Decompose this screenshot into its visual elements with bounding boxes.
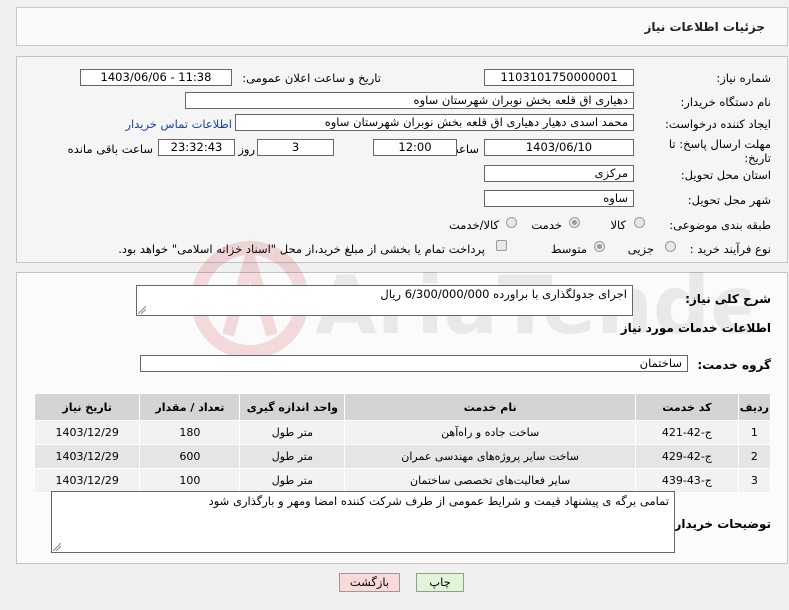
- cell-unit: متر طول: [239, 420, 346, 445]
- cell-row: 2: [737, 444, 772, 469]
- creator-label: ایجاد کننده درخواست:: [665, 117, 771, 131]
- cell-row: 3: [737, 468, 772, 493]
- cell-code: ج-42-429: [634, 444, 739, 469]
- table-row: 3 ج-43-439 سایر فعالیت‌های تخصصی ساختمان…: [33, 468, 772, 493]
- service-group-field: ساختمان: [140, 355, 688, 372]
- cell-date: 1403/12/29: [33, 420, 141, 445]
- cell-date: 1403/12/29: [33, 468, 141, 493]
- buyer-org-field: دهیاری اق قلعه بخش نوبران شهرستان ساوه: [185, 92, 634, 109]
- announce-field: 1403/06/06 - 11:38: [80, 69, 232, 86]
- announce-label: تاریخ و ساعت اعلان عمومی:: [242, 71, 381, 85]
- cell-name: ساخت جاده و راه‌آهن: [344, 420, 636, 445]
- category-goods-service-label: کالا/خدمت: [448, 218, 499, 232]
- cell-code: ج-42-421: [634, 420, 739, 445]
- cell-qty: 180: [139, 420, 241, 445]
- cell-row: 1: [737, 420, 772, 445]
- summary-resize-handle[interactable]: [138, 306, 146, 314]
- col-date-header: تاریخ نیاز: [33, 393, 141, 421]
- col-code-header: کد خدمت: [634, 393, 739, 421]
- category-service-radio[interactable]: [569, 217, 580, 228]
- remaining-time-field: 23:32:43: [158, 139, 235, 156]
- process-medium-label: متوسط: [550, 242, 587, 256]
- deadline-label: مهلت ارسال پاسخ: تا تاریخ:: [668, 137, 771, 165]
- cell-name: سایر فعالیت‌های تخصصی ساختمان: [344, 468, 636, 493]
- buyer-notes-field: تمامی برگه ی پیشنهاد قیمت و شرایط عمومی …: [51, 491, 675, 553]
- col-qty-header: تعداد / مقدار: [139, 393, 241, 421]
- category-goods-service-radio[interactable]: [506, 217, 517, 228]
- table-row: 1 ج-42-421 ساخت جاده و راه‌آهن متر طول 1…: [33, 420, 772, 445]
- process-minor-radio[interactable]: [665, 241, 676, 252]
- col-unit-header: واحد اندازه گیری: [239, 393, 346, 421]
- category-label: طبقه بندی موضوعی:: [669, 218, 771, 232]
- creator-field: محمد اسدی دهیار دهیاری اق قلعه بخش نوبرا…: [235, 114, 634, 131]
- back-button[interactable]: بازگشت: [339, 573, 400, 592]
- category-goods-radio[interactable]: [634, 217, 645, 228]
- buyer-org-label: نام دستگاه خریدار:: [680, 95, 771, 109]
- contact-info-link[interactable]: اطلاعات تماس خریدار: [125, 117, 232, 131]
- cell-unit: متر طول: [239, 468, 346, 493]
- col-row-header: ردیف: [737, 393, 772, 421]
- city-field: ساوه: [484, 190, 634, 207]
- need-number-label: شماره نیاز:: [716, 71, 771, 85]
- print-button[interactable]: چاپ: [416, 573, 464, 592]
- cell-qty: 600: [139, 444, 241, 469]
- treasury-payment-checkbox[interactable]: [496, 240, 507, 251]
- cell-unit: متر طول: [239, 444, 346, 469]
- remaining-label: ساعت باقی مانده: [67, 142, 153, 156]
- services-table: ردیف کد خدمت نام خدمت واحد اندازه گیری ت…: [33, 393, 772, 493]
- category-goods-label: کالا: [610, 218, 626, 232]
- province-field: مرکزی: [484, 165, 634, 182]
- services-title: اطلاعات خدمات مورد نیاز: [620, 321, 771, 335]
- days-field: 3: [257, 139, 334, 156]
- service-group-label: گروه خدمت:: [697, 358, 771, 372]
- page-title: جزئیات اطلاعات نیاز: [644, 20, 765, 34]
- process-medium-radio[interactable]: [594, 241, 605, 252]
- cell-code: ج-43-439: [634, 468, 739, 493]
- summary-field: اجرای جدولگذاری با براورده 6/300/000/000…: [136, 285, 633, 316]
- province-label: استان محل تحویل:: [680, 168, 771, 182]
- process-label: نوع فرآیند خرید :: [689, 242, 771, 256]
- page-header: جزئیات اطلاعات نیاز: [16, 7, 788, 46]
- category-service-label: خدمت: [531, 218, 562, 232]
- process-minor-label: جزیی: [627, 242, 654, 256]
- buyer-notes-label: توضیحات خریدار:: [669, 517, 771, 531]
- deadline-date-field: 1403/06/10: [484, 139, 634, 156]
- payment-note: پرداخت تمام یا بخشی از مبلغ خرید،از محل …: [118, 242, 485, 256]
- summary-label: شرح کلی نیاز:: [685, 292, 771, 306]
- cell-date: 1403/12/29: [33, 444, 141, 469]
- cell-name: ساخت سایر پروژه‌های مهندسی عمران: [344, 444, 636, 469]
- table-header-row: ردیف کد خدمت نام خدمت واحد اندازه گیری ت…: [33, 393, 772, 421]
- cell-qty: 100: [139, 468, 241, 493]
- city-label: شهر محل تحویل:: [687, 193, 771, 207]
- notes-resize-handle[interactable]: [53, 543, 61, 551]
- col-name-header: نام خدمت: [344, 393, 636, 421]
- deadline-time-field: 12:00: [373, 139, 457, 156]
- table-row: 2 ج-42-429 ساخت سایر پروژه‌های مهندسی عم…: [33, 444, 772, 469]
- need-number-field: 1103101750000001: [484, 69, 634, 86]
